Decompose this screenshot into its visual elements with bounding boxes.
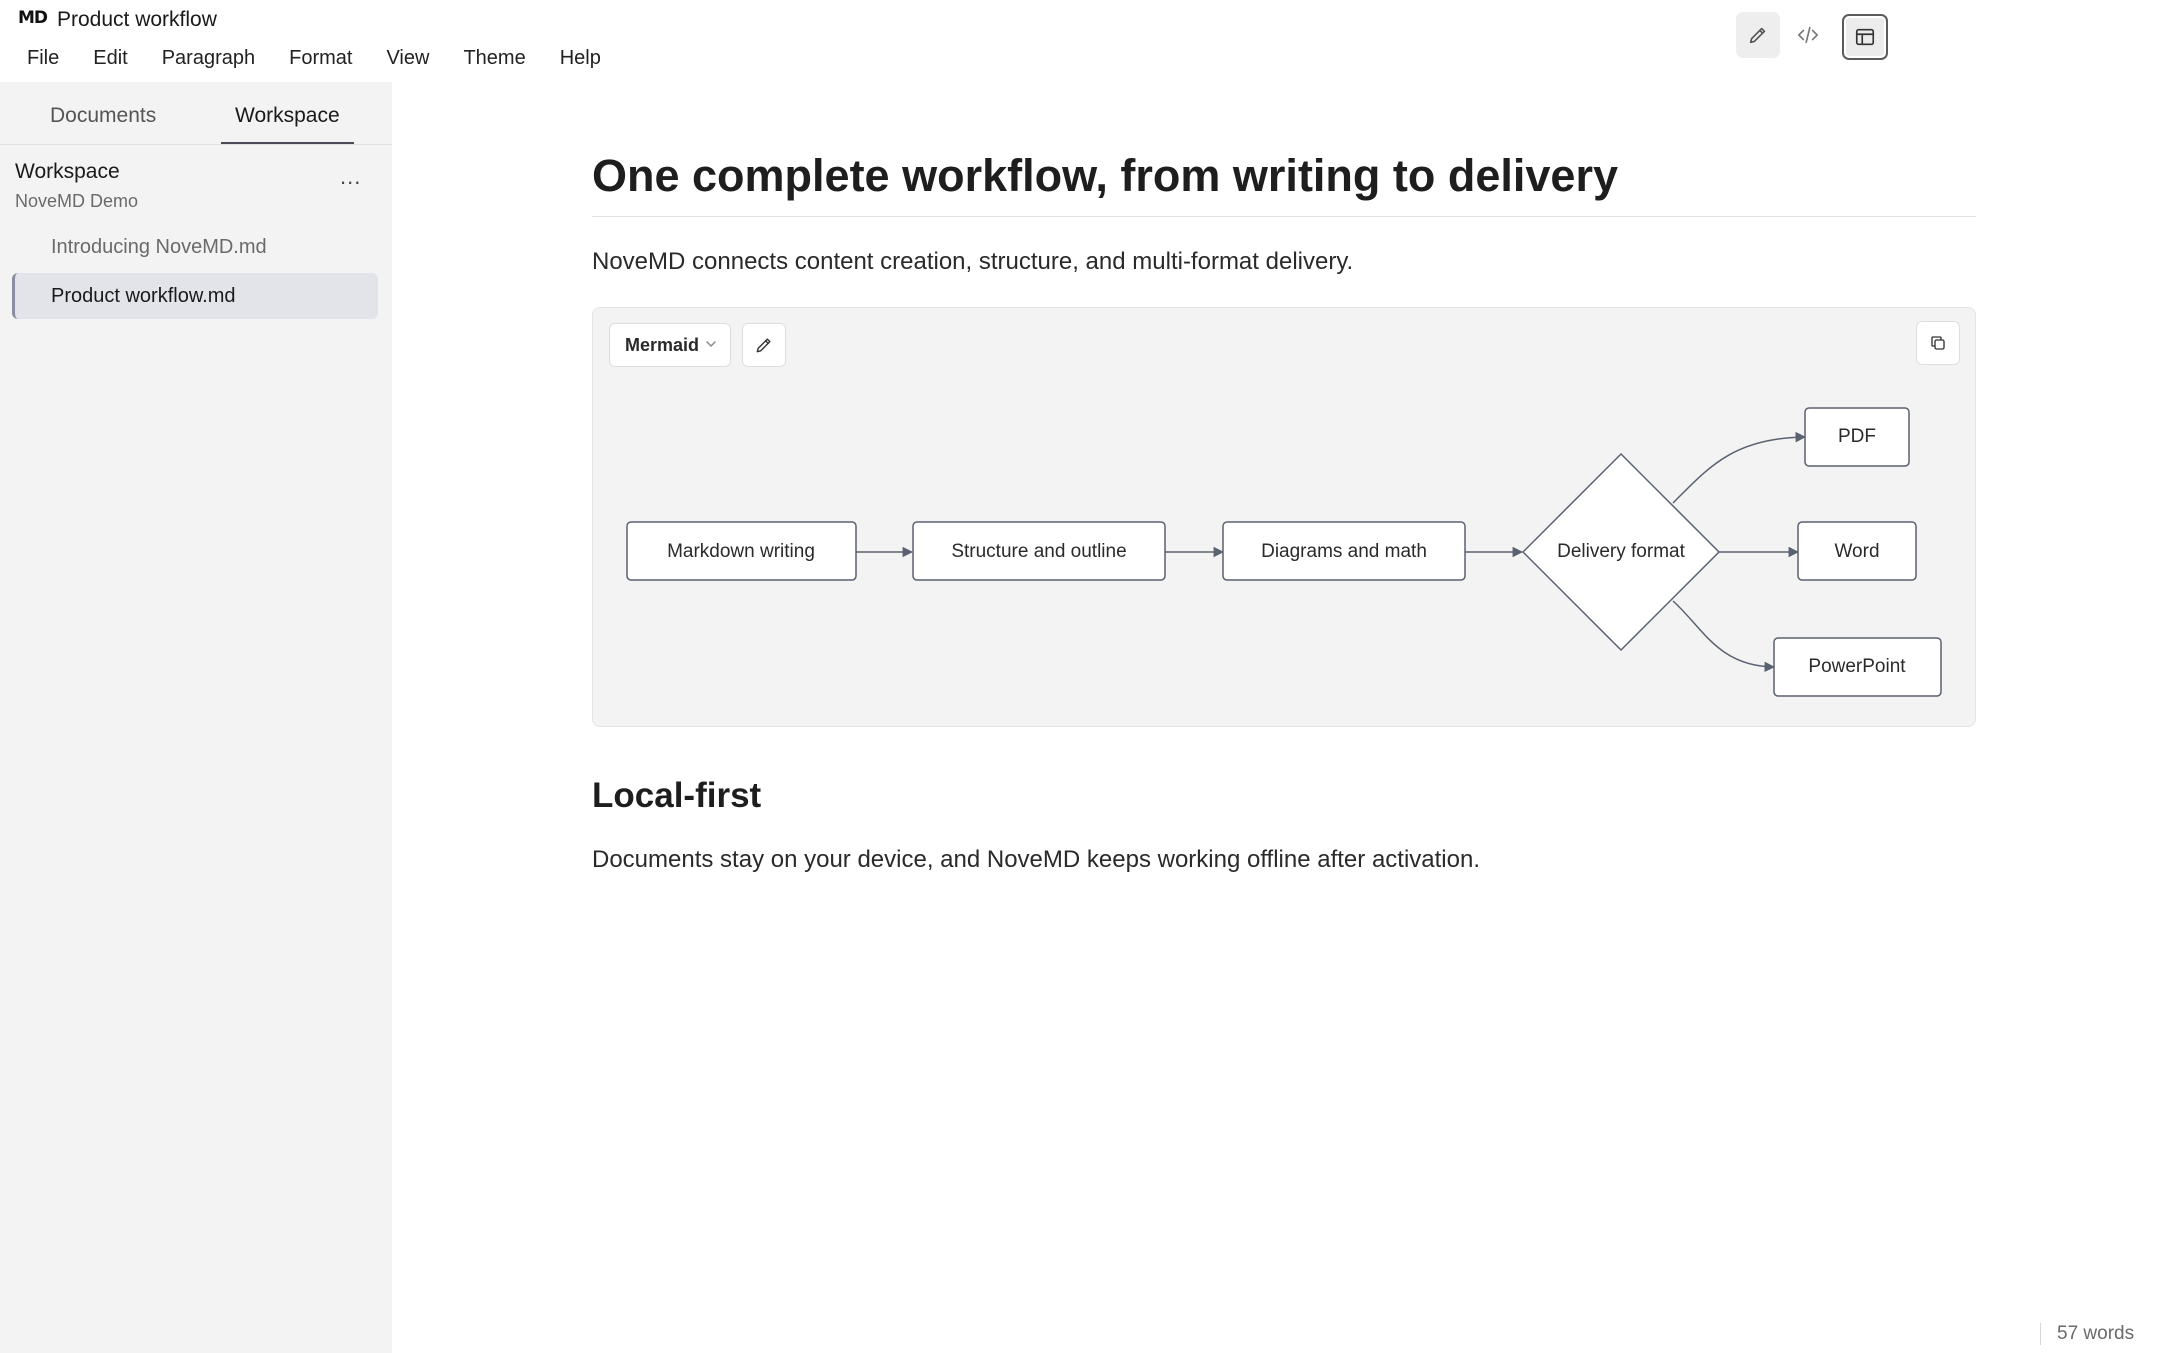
node-label-ppt: PowerPoint: [1808, 656, 1906, 677]
menu-theme[interactable]: Theme: [446, 46, 542, 70]
menu-paragraph[interactable]: Paragraph: [145, 46, 272, 70]
document-heading[interactable]: One complete workflow, from writing to d…: [592, 150, 1618, 202]
status-separator: [2040, 1323, 2041, 1345]
source-mode-button[interactable]: [1786, 12, 1830, 58]
menu-format[interactable]: Format: [272, 46, 369, 70]
menu-view[interactable]: View: [369, 46, 446, 70]
sidebar: Documents Workspace Workspace NoveMD Dem…: [0, 82, 392, 1353]
window-title: Product workflow: [57, 8, 217, 31]
language-label: Mermaid: [625, 334, 700, 355]
section-text[interactable]: Documents stay on your device, and NoveM…: [592, 846, 1480, 874]
pencil-icon: [1749, 27, 1766, 44]
word-count: 57 words: [2057, 1323, 2135, 1344]
tab-workspace[interactable]: Workspace: [235, 104, 340, 128]
active-tab-indicator: [221, 142, 354, 144]
node-label-diagrams: Diagrams and math: [1261, 541, 1427, 562]
layout-icon: [1855, 28, 1875, 46]
edge-decision-pdf: [1672, 431, 1807, 504]
chevron-down-icon: [706, 341, 716, 347]
menu-help[interactable]: Help: [543, 46, 618, 70]
menu-edit[interactable]: Edit: [76, 46, 144, 70]
menu-bar: File Edit Paragraph Format View Theme He…: [10, 46, 618, 70]
sidebar-divider: [0, 144, 392, 145]
heading-rule: [592, 216, 1976, 217]
code-icon: [1798, 26, 1818, 44]
tab-documents[interactable]: Documents: [50, 104, 156, 128]
pencil-icon: [756, 338, 771, 353]
file-item-introducing[interactable]: Introducing NoveMD.md: [12, 224, 378, 270]
menu-file[interactable]: File: [10, 46, 76, 70]
node-label-pdf: PDF: [1838, 426, 1876, 447]
file-item-product-workflow[interactable]: Product workflow.md: [12, 273, 378, 319]
edge-decision-ppt: [1672, 600, 1776, 673]
section-heading[interactable]: Local-first: [592, 776, 761, 816]
edit-diagram-button[interactable]: [742, 323, 786, 367]
workspace-name: NoveMD Demo: [15, 191, 139, 211]
mermaid-diagram: Markdown writing Structure and outline D…: [626, 407, 1942, 697]
title-bar: MD Product workflow: [0, 0, 2162, 60]
copy-button[interactable]: [1916, 321, 1960, 365]
node-label-markdown: Markdown writing: [667, 541, 815, 562]
mermaid-code-block[interactable]: Markdown writing Structure and outline D…: [592, 307, 1976, 727]
file-label: Introducing NoveMD.md: [51, 235, 267, 258]
node-label-decision: Delivery format: [1557, 541, 1685, 562]
copy-icon: [1931, 336, 1945, 350]
document-intro[interactable]: NoveMD connects content creation, struct…: [592, 248, 1353, 276]
app-logo: MD: [18, 8, 48, 28]
preview-mode-button[interactable]: [1842, 14, 1888, 60]
node-label-word: Word: [1834, 541, 1879, 562]
node-label-structure: Structure and outline: [951, 541, 1126, 562]
file-label: Product workflow.md: [51, 284, 236, 307]
language-select[interactable]: Mermaid: [609, 323, 731, 367]
edit-mode-button[interactable]: [1736, 12, 1780, 58]
workspace-more-button[interactable]: ...: [340, 164, 361, 190]
workspace-title: Workspace: [15, 160, 120, 183]
